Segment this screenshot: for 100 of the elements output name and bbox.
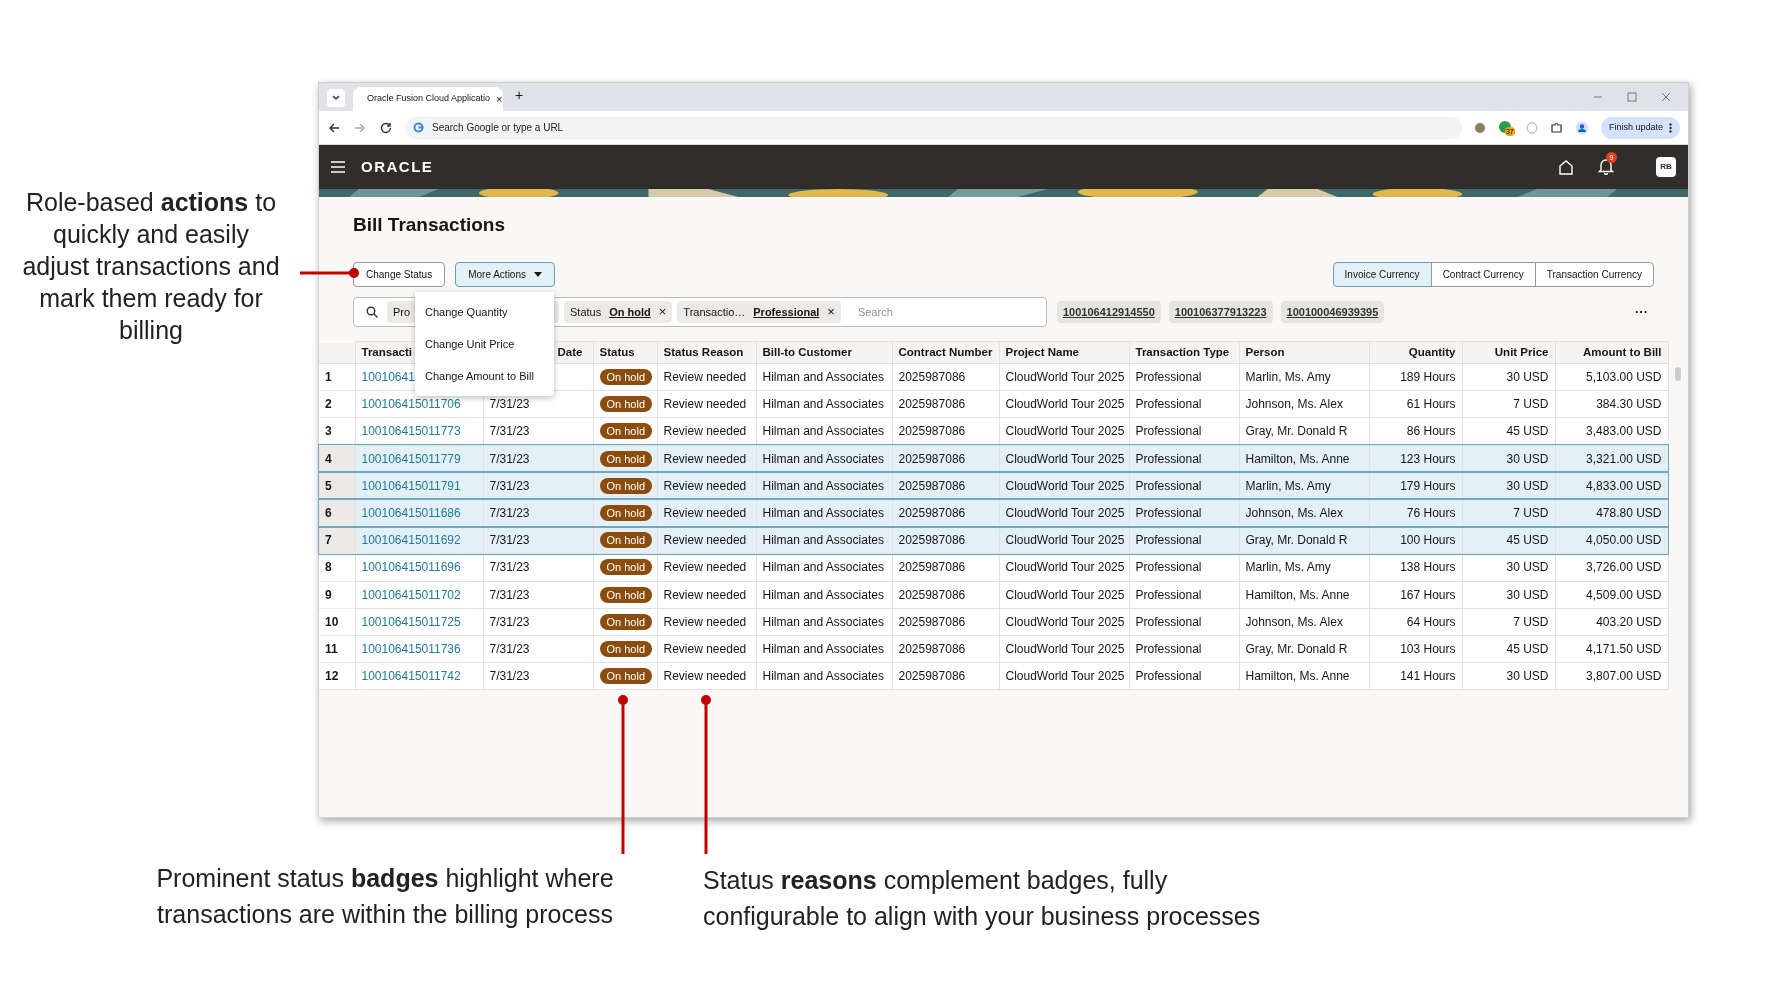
tab-search-button[interactable]	[327, 89, 345, 107]
table-cell: 2025987086	[892, 662, 999, 690]
table-cell: 2025987086	[892, 608, 999, 636]
column-header[interactable]: Bill-to Customer	[756, 341, 892, 364]
table-cell: CloudWorld Tour 2025	[999, 635, 1129, 663]
table-cell: Professional	[1129, 526, 1239, 554]
table-cell: 45 USD	[1462, 526, 1555, 554]
table-cell: 2025987086	[892, 390, 999, 418]
more-actions-button[interactable]: More Actions	[455, 262, 555, 287]
column-header[interactable]: Person	[1239, 341, 1369, 364]
extension-icon[interactable]	[1497, 119, 1512, 134]
row-number: 2	[319, 390, 355, 418]
filter-chip[interactable]: Status On hold ×	[564, 301, 673, 323]
logo[interactable]: ORACLE	[361, 155, 434, 179]
bell-icon[interactable]	[1598, 158, 1614, 175]
saved-search-link[interactable]: 100106377913223	[1168, 301, 1273, 323]
update-button[interactable]: Finish update	[1600, 116, 1680, 139]
currency-toggle[interactable]: Transaction Currency	[1534, 262, 1654, 287]
browser-tab[interactable]: Oracle Fusion Cloud Applicatio ×	[353, 87, 503, 111]
menu-icon[interactable]	[331, 161, 345, 173]
more-icon	[1669, 122, 1672, 133]
column-header[interactable]: Status Reason	[657, 341, 756, 364]
column-header[interactable]: Unit Price	[1462, 341, 1555, 364]
table-cell: Professional	[1129, 581, 1239, 609]
search-icon	[366, 306, 378, 318]
remove-filter-button[interactable]: ×	[658, 302, 667, 322]
table-cell: 45 USD	[1462, 635, 1555, 663]
table-cell: 64 Hours	[1369, 608, 1462, 636]
table-cell: Hilman and Associates	[756, 553, 892, 581]
menu-item[interactable]: Change Quantity	[415, 296, 554, 328]
column-header[interactable]: Transaction Type	[1129, 341, 1239, 364]
filter-chip[interactable]: Transactio… Professional ×	[677, 301, 841, 323]
page-title: Bill Transactions	[352, 213, 507, 237]
table-cell: 167 Hours	[1369, 581, 1462, 609]
home-icon[interactable]	[1558, 159, 1574, 175]
table-cell: Marlin, Ms. Amy	[1239, 363, 1369, 391]
table-cell: Hamilton, Ms. Anne	[1239, 662, 1369, 690]
change-status-button[interactable]: Change Status	[353, 262, 446, 287]
table-cell: 100 Hours	[1369, 526, 1462, 554]
table-cell: 7/31/23	[483, 581, 593, 609]
menu-item[interactable]: Change Unit Price	[415, 328, 554, 360]
table-cell: 7/31/23	[483, 608, 593, 636]
overflow-button[interactable]: ···	[1635, 302, 1648, 322]
currency-toggle[interactable]: Contract Currency	[1430, 262, 1536, 287]
callout-text: Prominent status badges highlight where transactions are within the billing process	[155, 863, 615, 930]
leader-line	[300, 267, 360, 279]
filter-value: On hold	[609, 304, 651, 320]
table-cell: Hilman and Associates	[756, 526, 892, 554]
remove-filter-button[interactable]: ×	[827, 302, 835, 322]
address-field[interactable]: Search Google or type a URL	[405, 116, 1462, 139]
row-number: 9	[319, 581, 355, 609]
table-cell: CloudWorld Tour 2025	[999, 390, 1129, 418]
table-cell: Review needed	[657, 390, 756, 418]
menu-item[interactable]: Change Amount to Bill	[415, 360, 554, 392]
status-badge: On hold	[599, 369, 653, 386]
saved-search-link[interactable]: 100106412914550	[1057, 301, 1161, 323]
table-cell: 2025987086	[892, 363, 999, 391]
column-header[interactable]: Amount to Bill	[1555, 341, 1668, 364]
search-engine-icon	[413, 122, 424, 133]
filter-label: Pro	[393, 304, 411, 320]
table-cell: 7 USD	[1462, 608, 1555, 636]
table-cell: 3,807.00 USD	[1555, 662, 1668, 690]
extension-icon[interactable]	[1473, 121, 1486, 134]
table-cell: 4,509.00 USD	[1555, 581, 1668, 609]
table-cell: Professional	[1129, 608, 1239, 636]
table-cell: 403.20 USD	[1555, 608, 1668, 636]
status-badge: On hold	[599, 450, 653, 467]
transaction-link[interactable]: 10010641	[361, 370, 415, 385]
row-number: 6	[319, 499, 355, 527]
column-header[interactable]: Contract Number	[892, 341, 999, 364]
avatar-button[interactable]: RB	[1656, 157, 1676, 177]
table-cell: 7/31/23	[483, 662, 593, 690]
column-header[interactable]: Project Name	[999, 341, 1129, 364]
table-cell: 5,103.00 USD	[1555, 363, 1668, 391]
table-cell: 2025987086	[892, 526, 999, 554]
reload-icon[interactable]	[379, 120, 393, 135]
table-cell: 2025987086	[892, 635, 999, 663]
table-cell: 61 Hours	[1369, 390, 1462, 418]
column-header[interactable]: Status	[593, 341, 657, 364]
saved-search-link[interactable]: 100100046939395	[1280, 301, 1385, 323]
table-cell: Hilman and Associates	[756, 581, 892, 609]
table-cell: 2025987086	[892, 581, 999, 609]
table-cell: 30 USD	[1462, 581, 1555, 609]
column-header[interactable]: Quantity	[1369, 341, 1462, 364]
status-badge: On hold	[599, 396, 653, 413]
status-badge: On hold	[599, 505, 653, 522]
profile-icon[interactable]	[1574, 120, 1589, 135]
table-cell: Hilman and Associates	[756, 390, 892, 418]
table-cell: Professional	[1129, 363, 1239, 391]
table-cell: CloudWorld Tour 2025	[999, 363, 1129, 391]
table-cell: 30 USD	[1462, 363, 1555, 391]
scrollbar-thumb[interactable]	[1674, 367, 1681, 381]
status-badge: On hold	[599, 559, 653, 576]
table-cell: Professional	[1129, 635, 1239, 663]
table-cell: 103 Hours	[1369, 635, 1462, 663]
callout-text: Status reasons complement badges, fully configurable to align with your business processes	[703, 865, 1262, 932]
tab-close-button[interactable]: ×	[496, 90, 503, 108]
currency-toggle[interactable]: Invoice Currency	[1332, 262, 1432, 287]
new-tab-button[interactable]: +	[515, 85, 524, 106]
status-badge: On hold	[599, 613, 653, 630]
